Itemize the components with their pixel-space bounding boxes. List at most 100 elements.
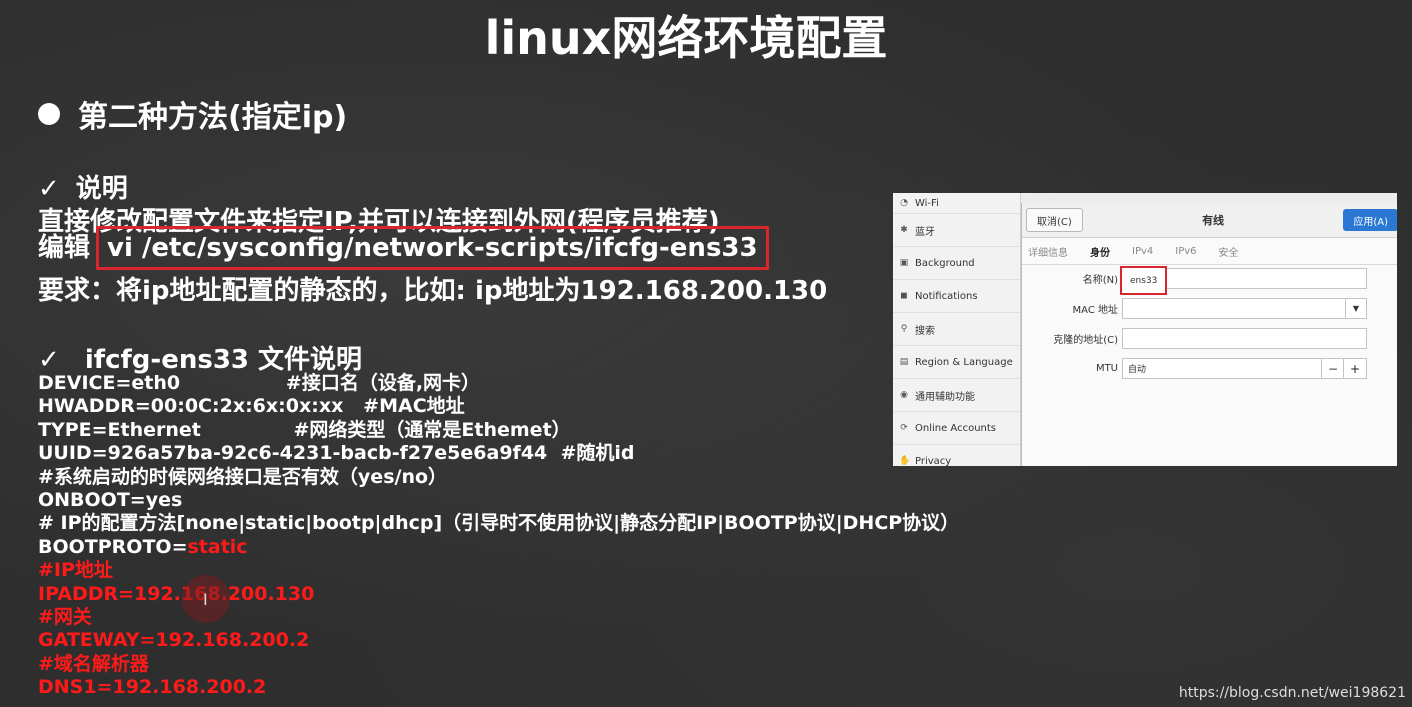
code-highlight: #网关	[38, 606, 92, 629]
code-line: UUID=926a57ba-92c6-4231-bacb-f27e5e6a9f4…	[38, 442, 959, 465]
name-input[interactable]: ens33	[1120, 266, 1367, 295]
section-heading-text: 第二种方法(指定ip)	[78, 100, 348, 135]
sidebar-item-label: Region & Language	[915, 356, 1013, 368]
code-line: #系统启动的时候网络接口是否有效（yes/no）	[38, 466, 959, 489]
code-line: #网关	[38, 606, 959, 629]
sidebar-item-label: Privacy	[915, 455, 952, 467]
cancel-button[interactable]: 取消(C)	[1026, 208, 1083, 232]
dialog-tab[interactable]: 详细信息	[1028, 244, 1068, 259]
code-line: HWADDR=00:0C:2x:6x:0x:xx #MAC地址	[38, 395, 959, 418]
chevron-down-icon[interactable]: ▼	[1345, 299, 1366, 318]
dialog-title: 有线	[1202, 214, 1225, 227]
file-heading-text: ifcfg-ens33 文件说明	[84, 345, 363, 375]
code-text: BOOTPROTO=	[38, 535, 188, 558]
dialog-tabs: 详细信息 身份 IPv4 IPv6 安全	[1022, 238, 1397, 265]
section-heading: 第二种方法(指定ip)	[38, 92, 347, 136]
dialog-tab[interactable]: IPv6	[1175, 246, 1196, 257]
code-text: ONBOOT=yes	[38, 489, 183, 512]
settings-sidebar: ◔ Wi-Fi ✱ 蓝牙 ▣ Background ◼ Notifications ⚲ 搜索 ▤ Re…	[893, 193, 1021, 466]
sidebar-item[interactable]: ▣ Background	[893, 247, 1020, 280]
code-line: DEVICE=eth0 #接口名（设备,网卡）	[38, 372, 959, 395]
code-highlight: DNS1=192.168.200.2	[38, 676, 267, 699]
minus-icon[interactable]: −	[1321, 359, 1344, 378]
requirement-line: 要求：将ip地址配置的静态的，比如: ip地址为192.168.200.130	[38, 276, 828, 306]
wired-dialog: 取消(C) 有线 应用(A) 详细信息 身份 IPv4 IPv6 安全 名称(N) en…	[1021, 203, 1397, 466]
sidebar-item[interactable]: ▤ Region & Language	[893, 346, 1020, 379]
sidebar-item[interactable]: ◉ 通用辅助功能	[893, 379, 1020, 412]
plus-icon[interactable]: +	[1343, 359, 1366, 378]
mtu-input[interactable]: 自动 − +	[1122, 358, 1367, 379]
clone-row: 克隆的地址(C)	[1022, 328, 1367, 349]
code-text: # IP的配置方法[none|static|bootp|dhcp]（引导时不使用…	[38, 512, 960, 535]
background-icon: ▣	[899, 258, 909, 268]
dialog-tab[interactable]: 身份	[1090, 244, 1110, 259]
checkmark-icon: ✓	[38, 174, 60, 204]
clone-label: 克隆的地址(C)	[1053, 335, 1118, 346]
code-text: TYPE=Ethernet #网络类型（通常是Ethemet）	[38, 418, 571, 441]
sidebar-item[interactable]: ✱ 蓝牙	[893, 214, 1020, 247]
explain-heading-text: 说明	[75, 174, 128, 204]
apply-button[interactable]: 应用(A)	[1343, 209, 1397, 231]
sidebar-item-label: Wi-Fi	[915, 197, 939, 209]
dialog-header: 取消(C) 有线 应用(A)	[1022, 203, 1397, 238]
code-line: #域名解析器	[38, 653, 959, 676]
name-value-highlight: ens33	[1120, 266, 1168, 295]
checkmark-icon: ✓	[38, 345, 60, 375]
notifications-icon: ◼	[900, 291, 908, 301]
sidebar-item-label: Notifications	[915, 290, 978, 302]
code-line: TYPE=Ethernet #网络类型（通常是Ethemet）	[38, 419, 959, 442]
dialog-tab[interactable]: 安全	[1219, 244, 1239, 259]
sidebar-item[interactable]: ⚲ 搜索	[893, 313, 1020, 346]
online-accounts-icon: ⟳	[900, 423, 908, 433]
watermark: https://blog.csdn.net/wei198621	[1178, 685, 1406, 701]
search-icon: ⚲	[900, 324, 908, 334]
name-row: 名称(N) ens33	[1022, 266, 1367, 295]
code-line: DNS1=192.168.200.2	[38, 676, 959, 699]
code-line: # IP的配置方法[none|static|bootp|dhcp]（引导时不使用…	[38, 512, 959, 535]
mac-label: MAC 地址	[1072, 305, 1118, 316]
slide-title: linux网络环境配置	[484, 11, 888, 65]
code-highlight: IPADDR=192.168.200.130	[38, 582, 315, 605]
sidebar-item[interactable]: ⟳ Online Accounts	[893, 412, 1020, 445]
code-text: UUID=926a57ba-92c6-4231-bacb-f27e5e6a9f4…	[38, 442, 635, 465]
mtu-row: MTU 自动 − +	[1022, 358, 1367, 379]
file-heading: ✓ ifcfg-ens33 文件说明	[38, 339, 362, 376]
bluetooth-icon: ✱	[900, 225, 908, 235]
wifi-icon: ◔	[900, 198, 908, 208]
code-line: IPADDR=192.168.200.130	[38, 583, 959, 606]
code-line: GATEWAY=192.168.200.2	[38, 629, 959, 652]
dialog-tab[interactable]: IPv4	[1132, 246, 1153, 257]
code-text: DEVICE=eth0 #接口名（设备,网卡）	[38, 372, 481, 394]
edit-line: 编辑 vi /etc/sysconfig/network-scripts/ifcf…	[38, 226, 769, 270]
accessibility-icon: ◉	[900, 390, 908, 400]
config-code-block: DEVICE=eth0 #接口名（设备,网卡） HWADDR=00:0C:2x:6…	[38, 372, 959, 700]
name-label: 名称(N)	[1082, 275, 1118, 286]
code-highlight: #IP地址	[38, 559, 113, 582]
code-line: BOOTPROTO=static	[38, 536, 959, 559]
code-text: #系统启动的时候网络接口是否有效（yes/no）	[38, 465, 448, 488]
sidebar-item[interactable]: ◔ Wi-Fi	[893, 193, 1020, 214]
code-highlight: GATEWAY=192.168.200.2	[38, 629, 310, 652]
privacy-icon: ✋	[899, 456, 911, 466]
mac-row: MAC 地址 ▼	[1022, 298, 1367, 319]
sidebar-item-label: Background	[915, 257, 975, 269]
code-line: ONBOOT=yes	[38, 489, 959, 512]
bullet-icon	[38, 103, 60, 125]
sidebar-item[interactable]: ✋ Privacy	[893, 445, 1020, 467]
explain-heading: ✓ 说明	[38, 168, 128, 205]
sidebar-item[interactable]: ◼ Notifications	[893, 280, 1020, 313]
mac-select[interactable]: ▼	[1122, 298, 1367, 319]
text-cursor-icon: I	[203, 590, 208, 609]
code-text: HWADDR=00:0C:2x:6x:0x:xx #MAC地址	[38, 395, 465, 418]
sidebar-item-label: 蓝牙	[915, 226, 935, 238]
network-settings-screenshot: ◔ Wi-Fi ✱ 蓝牙 ▣ Background ◼ Notifications ⚲ 搜索 ▤ Re…	[893, 193, 1397, 466]
region-icon: ▤	[899, 357, 909, 367]
clone-input[interactable]	[1122, 328, 1367, 349]
sidebar-item-label: 搜索	[915, 325, 935, 337]
mtu-label: MTU	[1095, 363, 1118, 374]
sidebar-item-label: 通用辅助功能	[915, 391, 975, 403]
code-highlight: #域名解析器	[38, 652, 149, 675]
edit-command-box: vi /etc/sysconfig/network-scripts/ifcfg-…	[96, 226, 769, 270]
code-highlight: static	[187, 535, 248, 558]
sidebar-item-label: Online Accounts	[915, 422, 997, 434]
